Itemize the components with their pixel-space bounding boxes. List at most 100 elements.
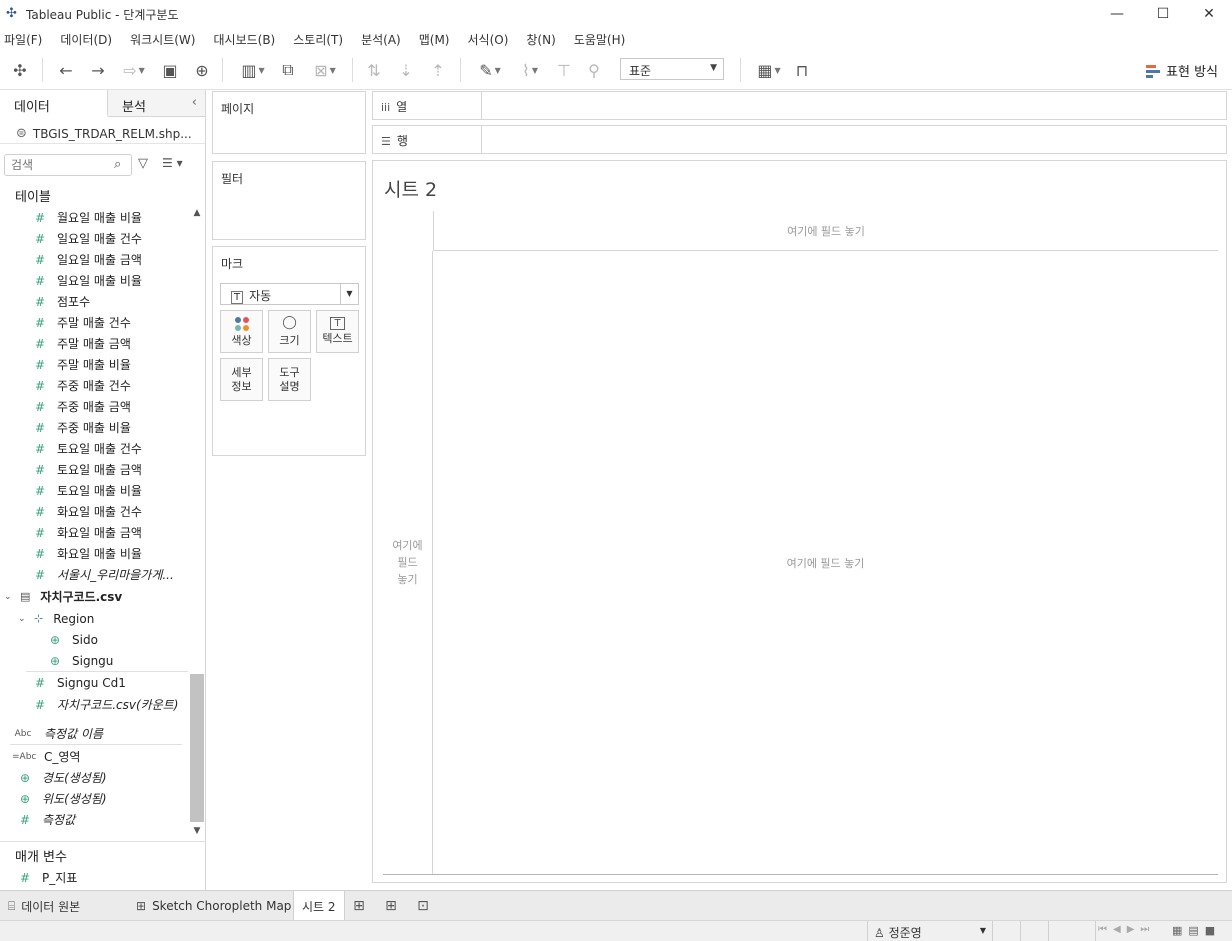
new-datasource-icon[interactable]: ⊕ [190,58,214,82]
field-item[interactable]: # 주말 매출 건수 [0,312,188,333]
scroll-thumb[interactable] [190,674,204,822]
menu-worksheet[interactable]: 워크시트(W) [130,31,195,48]
presentation-icon[interactable]: ⊓ [790,58,814,82]
show-me-button[interactable]: 표현 방식 [1146,61,1218,80]
field-item[interactable]: # 토요일 매출 비율 [0,480,188,501]
tab-sketch-choropleth-map[interactable]: ⊞ Sketch Choropleth Map [128,891,299,921]
tab-data-source[interactable]: ⌸ 데이터 원본 [0,891,88,921]
sort-desc-icon[interactable]: ⇡ [426,58,450,82]
view-toggle-icons[interactable]: ▦▤■ [1172,924,1221,937]
menu-map[interactable]: 맵(M) [419,31,450,48]
field-item[interactable]: # 자치구코드.csv(카운트) [0,694,188,715]
save-icon[interactable]: ▣ [158,58,182,82]
scroll-up-icon[interactable]: ▲ [190,208,204,222]
new-worksheet-icon[interactable]: ▥ ▼ [234,58,272,82]
field-item[interactable]: ⊕ Sido [0,629,188,650]
pages-card[interactable]: 페이지 [212,91,366,154]
chevron-down-icon[interactable]: ⌄ [18,614,28,624]
field-item[interactable]: # 주중 매출 금액 [0,396,188,417]
field-item[interactable]: # 토요일 매출 금액 [0,459,188,480]
table-item[interactable]: ⌄ ▤ 자치구코드.csv [0,585,188,608]
field-item[interactable]: # 화요일 매출 건수 [0,501,188,522]
fit-select[interactable]: 표준 ▼ [620,58,724,80]
color-button[interactable]: 색상 [220,310,263,353]
text-button[interactable]: T 텍스트 [316,310,359,353]
field-item[interactable]: ⊕ Signgu [0,650,188,671]
filters-card[interactable]: 필터 [212,161,366,240]
collapse-pane-icon[interactable]: ‹ [192,95,197,110]
menu-dashboard[interactable]: 대시보드(B) [213,31,275,48]
menu-help[interactable]: 도움말(H) [574,31,626,48]
field-item[interactable]: # 화요일 매출 비율 [0,543,188,564]
columns-shelf[interactable]: iii 열 [372,91,1227,120]
minimize-button[interactable]: — [1094,0,1140,28]
field-item[interactable]: # 주중 매출 비율 [0,417,188,438]
field-item[interactable]: ⊕ 위도(생성됨) [0,788,188,809]
field-list-scrollbar[interactable]: ▲ ▼ [190,208,204,840]
menu-analysis[interactable]: 분석(A) [361,31,401,48]
field-item[interactable]: # 일요일 매출 건수 [0,228,188,249]
pin-icon[interactable]: ⚲ [582,58,606,82]
swap-icon[interactable]: ⇅ [362,58,386,82]
tab-sheet-2[interactable]: 시트 2 [293,891,345,921]
new-dashboard-tab-icon[interactable]: ⊞ [376,891,406,921]
filter-icon[interactable]: ▽ [138,156,148,171]
search-icon[interactable]: ⌕ [114,157,121,172]
close-button[interactable]: ✕ [1186,0,1232,28]
rows-shelf[interactable]: ☰ 행 [372,125,1227,154]
field-item[interactable]: # 측정값 [0,809,188,830]
field-item[interactable]: # 주말 매출 비율 [0,354,188,375]
highlight-icon[interactable]: ✎ ▼ [472,58,508,82]
datasource-item[interactable]: ⊜ TBGIS_TRDAR_RELM.shp... [0,120,205,144]
label-icon[interactable]: ⊤ [552,58,576,82]
group-icon[interactable]: ⌇ ▼ [512,58,548,82]
menu-data[interactable]: 데이터(D) [60,31,112,48]
mark-type-select[interactable]: T 자동 ▼ [220,283,359,305]
size-button[interactable]: ◯ 크기 [268,310,311,353]
redo-icon[interactable]: → [86,58,110,82]
field-item[interactable]: # 월요일 매출 비율 [0,207,188,228]
new-story-tab-icon[interactable]: ⊡ [408,891,438,921]
field-item[interactable]: # 일요일 매출 금액 [0,249,188,270]
menu-window[interactable]: 창(N) [526,31,555,48]
sort-asc-icon[interactable]: ⇣ [394,58,418,82]
field-item[interactable]: # Signgu Cd1 [26,671,188,694]
menu-story[interactable]: 스토리(T) [293,31,343,48]
parameter-item[interactable]: # P_지표 [18,867,77,888]
clear-sheet-icon[interactable]: ⊠ ▼ [306,58,344,82]
tooltip-button[interactable]: 도구 설명 [268,358,311,401]
new-worksheet-tab-icon[interactable]: ⊞ [344,891,374,921]
field-item[interactable]: ⊕ 경도(생성됨) [0,767,188,788]
field-item[interactable]: Abc 측정값 이름 [0,723,188,744]
scroll-down-icon[interactable]: ▼ [190,826,204,840]
column-drop-zone[interactable]: 여기에 필드 놓기 [433,211,1218,251]
chevron-down-icon[interactable]: ⌄ [4,592,14,602]
duplicate-sheet-icon[interactable]: ⧉ [276,58,300,82]
field-item[interactable]: # 화요일 매출 금액 [0,522,188,543]
field-item[interactable]: # 서울시_우리마을가게... [0,564,188,585]
field-item[interactable]: # 일요일 매출 비율 [0,270,188,291]
tab-data[interactable]: 데이터 [0,90,108,117]
show-cards-icon[interactable]: ▦ ▼ [750,58,788,82]
view-options-icon[interactable]: ☰ ▾ [162,156,183,170]
sheet-nav-arrows[interactable]: ⏮◀▶⏭ [1098,924,1155,935]
field-item[interactable]: =Abc C_영역 [0,746,188,767]
hierarchy-item[interactable]: ⌄ ⊹ Region [0,608,188,629]
sheet-title[interactable]: 시트 2 [384,175,437,202]
maximize-button[interactable]: ☐ [1140,0,1186,28]
replay-icon[interactable]: ⇨ ▼ [116,58,152,82]
search-input[interactable] [4,154,132,176]
field-item[interactable]: # 토요일 매출 건수 [0,438,188,459]
tableau-logo-icon[interactable]: ✣ [8,58,32,82]
field-item[interactable]: # 점포수 [0,291,188,312]
field-item[interactable]: # 주중 매출 건수 [0,375,188,396]
field-item[interactable]: # 주말 매출 금액 [0,333,188,354]
detail-button[interactable]: 세부 정보 [220,358,263,401]
body-drop-zone[interactable]: 여기에 필드 놓기 [433,251,1218,874]
menu-file[interactable]: 파일(F) [4,31,42,48]
row-drop-zone[interactable]: 여기에 필드 놓기 [383,251,433,874]
tab-analysis[interactable]: 분석 ‹ [108,90,205,116]
undo-icon[interactable]: ← [54,58,78,82]
menu-format[interactable]: 서식(O) [468,31,509,48]
user-menu[interactable]: ♙ 정준영 ▼ [867,921,993,941]
